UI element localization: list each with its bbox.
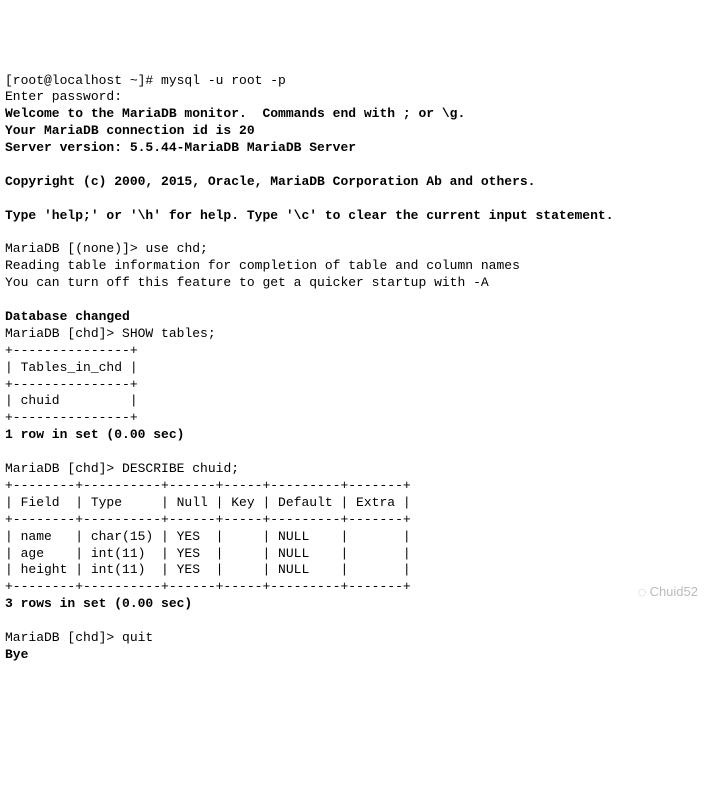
copyright-line: Copyright (c) 2000, 2015, Oracle, MariaD… — [5, 174, 536, 189]
command-mysql: mysql -u root -p — [161, 73, 286, 88]
terminal-output: [root@localhost ~]# mysql -u root -p Ent… — [5, 73, 708, 664]
mariadb-prompt-chd: MariaDB [chd]> — [5, 461, 122, 476]
bye-line: Bye — [5, 647, 28, 662]
database-changed: Database changed — [5, 309, 130, 324]
table2-row: | age | int(11) | YES | | NULL | | — [5, 546, 411, 561]
mariadb-prompt-none: MariaDB [(none)]> — [5, 241, 145, 256]
mariadb-prompt-chd: MariaDB [chd]> — [5, 630, 122, 645]
shell-prompt: [root@localhost ~]# — [5, 73, 161, 88]
help-line: Type 'help;' or '\h' for help. Type '\c'… — [5, 208, 614, 223]
reading-line-1: Reading table information for completion… — [5, 258, 520, 273]
enter-password: Enter password: — [5, 89, 122, 104]
watermark: ◌Chuid52 — [638, 583, 698, 603]
command-use: use chd; — [145, 241, 207, 256]
command-quit: quit — [122, 630, 153, 645]
table2-row: | name | char(15) | YES | | NULL | | — [5, 529, 411, 544]
command-describe: DESCRIBE chuid; — [122, 461, 239, 476]
table2-border: +--------+----------+------+-----+------… — [5, 478, 411, 493]
table1-header: | Tables_in_chd | — [5, 360, 138, 375]
welcome-line-2: Your MariaDB connection id is 20 — [5, 123, 255, 138]
table1-border: +---------------+ — [5, 377, 138, 392]
wechat-icon: ◌ — [638, 583, 647, 603]
reading-line-2: You can turn off this feature to get a q… — [5, 275, 489, 290]
welcome-line-3: Server version: 5.5.44-MariaDB MariaDB S… — [5, 140, 356, 155]
mariadb-prompt-chd: MariaDB [chd]> — [5, 326, 122, 341]
table2-border: +--------+----------+------+-----+------… — [5, 579, 411, 594]
command-show-tables: SHOW tables; — [122, 326, 216, 341]
table2-row: | height | int(11) | YES | | NULL | | — [5, 562, 411, 577]
table1-row: | chuid | — [5, 393, 138, 408]
table1-border: +---------------+ — [5, 343, 138, 358]
result-1: 1 row in set (0.00 sec) — [5, 427, 184, 442]
table2-header: | Field | Type | Null | Key | Default | … — [5, 495, 411, 510]
result-2: 3 rows in set (0.00 sec) — [5, 596, 192, 611]
watermark-text: Chuid52 — [650, 584, 698, 601]
table1-border: +---------------+ — [5, 410, 138, 425]
welcome-line-1: Welcome to the MariaDB monitor. Commands… — [5, 106, 465, 121]
table2-border: +--------+----------+------+-----+------… — [5, 512, 411, 527]
